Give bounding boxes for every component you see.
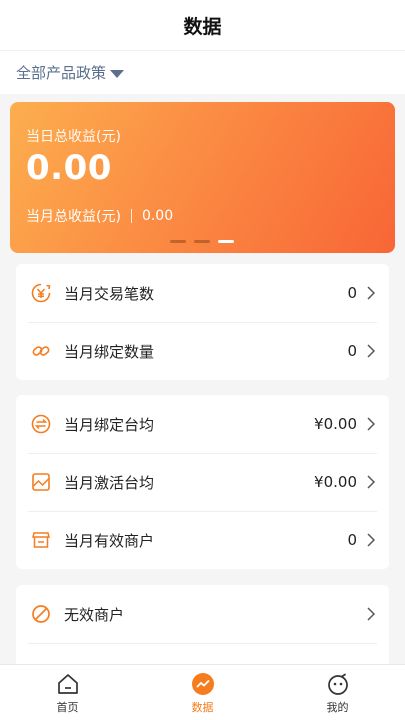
- chevron-right-icon: [367, 533, 377, 547]
- month-earnings-value: 0.00: [141, 208, 174, 224]
- divider: [130, 209, 132, 223]
- trend-chart-icon: [30, 471, 52, 493]
- list-item-invalid-merchants[interactable]: 无效商户: [16, 585, 389, 643]
- carousel-dot-active[interactable]: [218, 240, 234, 243]
- row-label: 当月绑定数量: [64, 342, 155, 361]
- earnings-banner[interactable]: 当日总收益(元) 0.00 当月总收益(元) 0.00: [10, 102, 395, 253]
- row-label: 当月有效商户: [64, 531, 155, 550]
- tab-home[interactable]: 首页: [0, 665, 135, 720]
- stats-card-1: 当月交易笔数 0 当月绑定数量 0: [16, 264, 389, 380]
- bottom-tab-bar: 首页 数据 我的: [0, 664, 405, 720]
- page-title: 数据: [0, 0, 405, 50]
- chevron-right-icon: [367, 607, 377, 621]
- row-label: 当月交易笔数: [64, 284, 155, 303]
- row-value: 0: [347, 342, 357, 360]
- stats-card-2: 当月绑定台均 ¥0.00 当月激活台均 ¥0.00 当月有效商户 0: [16, 395, 389, 569]
- row-value: 0: [347, 284, 357, 302]
- chevron-right-icon: [367, 286, 377, 300]
- list-item-binding-average[interactable]: 当月绑定台均 ¥0.00: [16, 395, 389, 453]
- shop-icon: [30, 529, 52, 551]
- chevron-right-icon: [367, 344, 377, 358]
- today-earnings-label: 当日总收益(元): [26, 129, 121, 145]
- home-icon: [55, 671, 81, 697]
- tab-mine[interactable]: 我的: [270, 665, 405, 720]
- tab-data[interactable]: 数据: [135, 665, 270, 720]
- row-label: 无效商户: [64, 605, 125, 624]
- list-item-activation-average[interactable]: 当月激活台均 ¥0.00: [16, 453, 389, 511]
- profile-face-icon: [325, 671, 351, 697]
- month-earnings-label: 当月总收益(元): [26, 209, 121, 225]
- row-value: ¥0.00: [314, 415, 357, 433]
- list-item-transactions[interactable]: 当月交易笔数 0: [16, 264, 389, 322]
- caret-down-icon: [110, 69, 125, 78]
- ban-icon: [30, 603, 52, 625]
- today-earnings-value: 0.00: [26, 148, 112, 188]
- carousel-dot[interactable]: [170, 240, 186, 243]
- carousel-indicator: [170, 240, 234, 243]
- carousel-dot[interactable]: [194, 240, 210, 243]
- policy-filter-label: 全部产品政策: [16, 64, 107, 82]
- yuan-circle-icon: [30, 282, 52, 304]
- tab-mine-label: 我的: [326, 700, 349, 714]
- exchange-circle-icon: [30, 413, 52, 435]
- policy-filter-dropdown[interactable]: 全部产品政策: [0, 50, 405, 94]
- data-chart-icon: [190, 671, 216, 697]
- row-label: 当月激活台均: [64, 473, 155, 492]
- row-value: ¥0.00: [314, 473, 357, 491]
- list-item-valid-merchants[interactable]: 当月有效商户 0: [16, 511, 389, 569]
- row-label: 当月绑定台均: [64, 415, 155, 434]
- month-earnings: 当月总收益(元) 0.00: [26, 206, 173, 226]
- chevron-right-icon: [367, 417, 377, 431]
- list-item-bindings[interactable]: 当月绑定数量 0: [16, 322, 389, 380]
- tab-data-label: 数据: [191, 700, 214, 714]
- tab-home-label: 首页: [56, 700, 79, 714]
- chevron-right-icon: [367, 475, 377, 489]
- link-icon: [30, 340, 52, 362]
- row-value: 0: [347, 531, 357, 549]
